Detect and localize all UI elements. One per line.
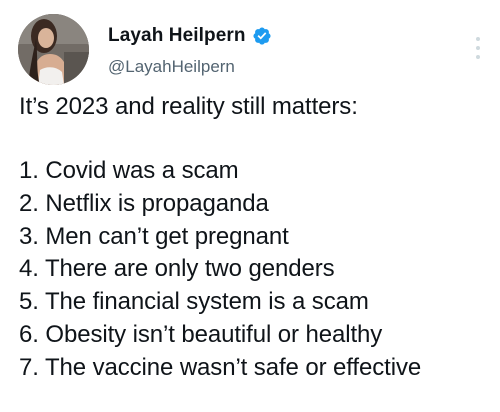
- list-item: 4. There are only two genders: [19, 255, 335, 283]
- author-handle[interactable]: @LayahHeilpern: [108, 57, 388, 77]
- list-item: 7. The vaccine wasn’t safe or effective: [19, 353, 422, 381]
- author-name-row: Layah Heilpern: [108, 24, 388, 48]
- author-info: Layah Heilpern @LayahHeilpern: [108, 24, 388, 77]
- avatar-photo: [18, 14, 89, 85]
- list-item: 6. Obesity isn’t beautiful or healthy: [19, 320, 383, 348]
- list-item: 2. Netflix is propaganda: [19, 189, 269, 217]
- more-vertical-icon[interactable]: [471, 37, 485, 65]
- list-item: 3. Men can’t get pregnant: [19, 222, 289, 250]
- avatar[interactable]: [18, 14, 89, 85]
- tweet-header: Layah Heilpern @LayahHeilpern: [18, 14, 488, 85]
- verified-badge-icon: [252, 26, 272, 46]
- tweet-intro: It’s 2023 and reality still matters:: [19, 93, 358, 120]
- tweet-card: Layah Heilpern @LayahHeilpern It’s 2023 …: [0, 0, 500, 412]
- author-display-name[interactable]: Layah Heilpern: [108, 25, 246, 47]
- list-item: 1. Covid was a scam: [19, 157, 239, 184]
- list-item: 5. The financial system is a scam: [19, 288, 369, 316]
- tweet-body: It’s 2023 and reality still matters: 1. …: [19, 91, 497, 385]
